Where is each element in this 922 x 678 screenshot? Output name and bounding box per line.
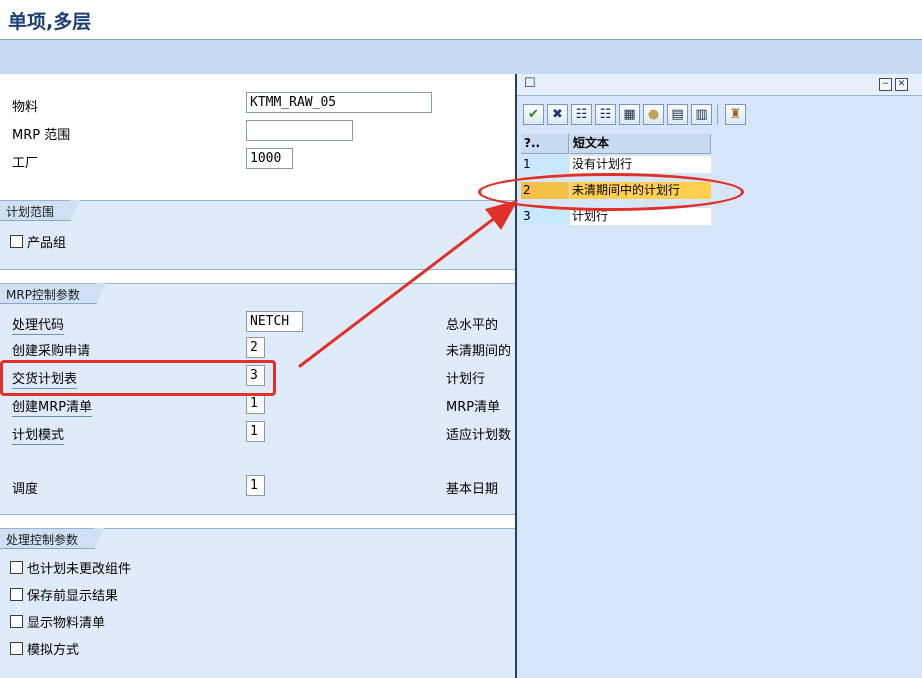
- annotation-arrow: [298, 200, 518, 368]
